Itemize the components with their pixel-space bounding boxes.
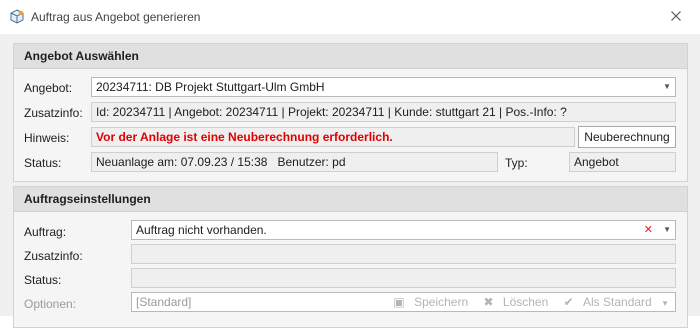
close-icon[interactable]: [668, 8, 684, 24]
save-option-button[interactable]: ▣ Speichern: [387, 295, 468, 309]
chevron-down-icon[interactable]: ▼: [661, 299, 669, 308]
zusatzinfo-field: Id: 20234711 | Angebot: 20234711 | Proje…: [91, 102, 676, 122]
check-icon: ✔: [563, 295, 574, 309]
auftrag-combobox[interactable]: Auftrag nicht vorhanden. ✕ ▼: [131, 220, 676, 240]
window-title: Auftrag aus Angebot generieren: [31, 10, 201, 24]
order-zusatzinfo-field: [131, 244, 676, 264]
optionen-combobox[interactable]: [Standard] ▣ Speichern ✖ Löschen ✔ Als S…: [131, 292, 676, 312]
set-default-button[interactable]: ✔ Als Standard: [558, 295, 652, 309]
typ-field: Angebot: [569, 152, 676, 172]
status-field: Neuanlage am: 07.09.23 / 15:38 Benutzer:…: [91, 152, 498, 172]
order-status-label: Status:: [24, 273, 62, 287]
angebot-combobox[interactable]: 20234711: DB Projekt Stuttgart-Ulm GmbH …: [91, 77, 676, 97]
order-group: Auftragseinstellungen Auftrag: Auftrag n…: [13, 186, 688, 328]
auftrag-value: Auftrag nicht vorhanden.: [136, 223, 267, 237]
recalculate-button[interactable]: Neuberechnung: [578, 126, 676, 148]
offer-group: Angebot Auswählen Angebot: 20234711: DB …: [13, 43, 688, 182]
clear-icon[interactable]: ✕: [644, 221, 653, 239]
options-toolbar: ▣ Speichern ✖ Löschen ✔ Als Standard ▼: [381, 293, 669, 311]
delete-option-label: Löschen: [502, 295, 549, 309]
delete-option-button[interactable]: ✖ Löschen: [477, 295, 548, 309]
set-default-label: Als Standard: [583, 295, 652, 309]
optionen-label: Optionen:: [24, 297, 77, 311]
zusatzinfo-label: Zusatzinfo:: [24, 106, 83, 120]
angebot-label: Angebot:: [24, 81, 73, 95]
auftrag-label: Auftrag:: [24, 225, 67, 239]
dialog-body: Angebot Auswählen Angebot: 20234711: DB …: [0, 34, 700, 328]
typ-label: Typ:: [505, 156, 528, 170]
save-option-label: Speichern: [414, 295, 469, 309]
save-icon: ▣: [393, 295, 405, 309]
chevron-down-icon[interactable]: ▼: [663, 221, 671, 239]
status-label: Status:: [24, 156, 62, 170]
offer-group-header: Angebot Auswählen: [14, 44, 687, 69]
optionen-placeholder: [Standard]: [136, 295, 192, 309]
order-status-field: [131, 268, 676, 288]
angebot-value: 20234711: DB Projekt Stuttgart-Ulm GmbH: [96, 80, 325, 94]
package-icon: [10, 9, 24, 24]
hinweis-field: Vor der Anlage ist eine Neuberechnung er…: [91, 127, 575, 147]
order-zusatzinfo-label: Zusatzinfo:: [24, 249, 83, 263]
chevron-down-icon[interactable]: ▼: [663, 78, 671, 96]
hinweis-label: Hinweis:: [24, 131, 70, 145]
delete-icon: ✖: [483, 295, 494, 309]
title-bar: Auftrag aus Angebot generieren: [0, 0, 700, 34]
order-group-header: Auftragseinstellungen: [14, 187, 687, 212]
